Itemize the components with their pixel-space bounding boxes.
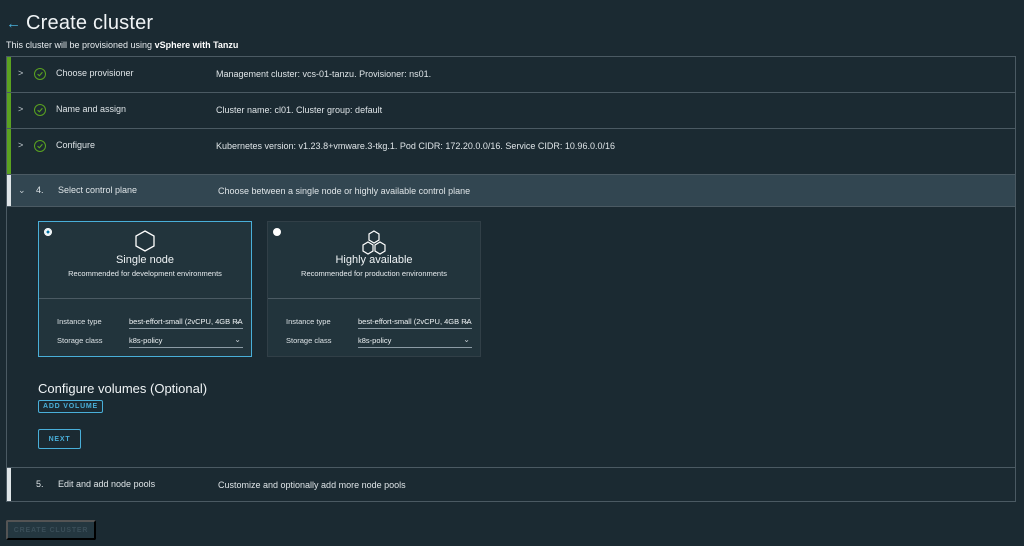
page-header: ← Create cluster This cluster will be pr… xyxy=(6,12,238,50)
chevron-right-icon[interactable]: > xyxy=(18,140,32,151)
divider xyxy=(268,298,480,299)
radio-button[interactable] xyxy=(273,228,281,236)
check-circle-icon xyxy=(34,140,46,152)
step-choose-provisioner: > Choose provisioner Management cluster:… xyxy=(7,57,1015,93)
step-name: Name and assign xyxy=(56,104,127,114)
step-number: 4. xyxy=(36,185,44,195)
step-header[interactable]: > Configure Kubernetes version: v1.23.8+… xyxy=(7,129,1015,174)
step-name: Edit and add node pools xyxy=(58,479,156,489)
divider xyxy=(39,298,251,299)
option-name: Highly available xyxy=(335,254,413,266)
storage-class-select[interactable]: k8s-policy ⌄ xyxy=(358,336,472,348)
instance-type-select[interactable]: best-effort-small (2vCPU, 4GB RAM) ⌄ xyxy=(129,317,243,329)
option-card-highly-available[interactable]: Highly available Recommended for product… xyxy=(267,221,481,357)
chevron-down-icon: ⌄ xyxy=(234,317,241,325)
hexagon-icon xyxy=(135,230,155,257)
storage-class-value: k8s-policy xyxy=(129,336,163,345)
chevron-right-icon[interactable]: > xyxy=(18,68,32,79)
step-status-bar xyxy=(7,129,11,174)
instance-type-label: Instance type xyxy=(57,317,102,326)
option-name: Single node xyxy=(115,254,175,266)
option-description: Recommended for development environments xyxy=(68,269,222,278)
instance-type-select[interactable]: best-effort-small (2vCPU, 4GB RAM) ⌄ xyxy=(358,317,472,329)
chevron-down-icon: ⌄ xyxy=(234,336,241,344)
wizard-stepper: > Choose provisioner Management cluster:… xyxy=(6,56,1016,502)
storage-class-label: Storage class xyxy=(286,336,332,345)
next-button[interactable]: NEXT xyxy=(38,429,81,449)
step-name: Choose provisioner xyxy=(56,68,134,78)
step-header[interactable]: ⌄ 4. Select control plane Choose between… xyxy=(7,175,1015,207)
subtitle-provisioner: vSphere with Tanzu xyxy=(154,40,239,50)
chevron-down-icon: ⌄ xyxy=(463,317,470,325)
instance-type-label: Instance type xyxy=(286,317,331,326)
chevron-down-icon: ⌄ xyxy=(463,336,470,344)
configure-volumes-title: Configure volumes (Optional) xyxy=(38,381,208,396)
step-edit-node-pools: 5. Edit and add node pools Customize and… xyxy=(7,468,1015,501)
page-title: Create cluster xyxy=(26,12,154,34)
radio-button[interactable] xyxy=(44,228,52,236)
page-subtitle: This cluster will be provisioned using v… xyxy=(6,40,238,50)
option-card-single-node[interactable]: Single node Recommended for development … xyxy=(38,221,252,357)
storage-class-label: Storage class xyxy=(57,336,103,345)
step-name-and-assign: > Name and assign Cluster name: cl01. Cl… xyxy=(7,93,1015,129)
step-status-bar xyxy=(7,57,11,92)
step-header[interactable]: > Name and assign Cluster name: cl01. Cl… xyxy=(7,93,1015,128)
step-body: Single node Recommended for development … xyxy=(7,207,1015,467)
add-volume-button[interactable]: ADD VOLUME xyxy=(38,400,103,413)
step-summary: Choose between a single node or highly a… xyxy=(218,186,471,196)
subtitle-text: This cluster will be provisioned using xyxy=(6,40,155,50)
check-circle-icon xyxy=(34,68,46,80)
step-number: 5. xyxy=(36,479,44,489)
step-summary: Cluster name: cl01. Cluster group: defau… xyxy=(216,105,383,115)
step-summary: Kubernetes version: v1.23.8+vmware.3-tkg… xyxy=(216,141,615,151)
instance-type-value: best-effort-small (2vCPU, 4GB RAM) xyxy=(358,317,472,326)
step-status-bar xyxy=(7,175,11,206)
step-status-bar xyxy=(7,93,11,128)
step-select-control-plane: ⌄ 4. Select control plane Choose between… xyxy=(7,175,1015,468)
check-circle-icon xyxy=(34,104,46,116)
chevron-right-icon[interactable]: > xyxy=(18,104,32,115)
step-summary: Management cluster: vcs-01-tanzu. Provis… xyxy=(216,69,432,79)
back-arrow-icon[interactable]: ← xyxy=(6,13,26,35)
step-summary: Customize and optionally add more node p… xyxy=(218,480,406,490)
instance-type-value: best-effort-small (2vCPU, 4GB RAM) xyxy=(129,317,243,326)
step-configure: > Configure Kubernetes version: v1.23.8+… xyxy=(7,129,1015,175)
step-status-bar xyxy=(7,468,11,501)
storage-class-select[interactable]: k8s-policy ⌄ xyxy=(129,336,243,348)
step-name: Select control plane xyxy=(58,185,138,195)
storage-class-value: k8s-policy xyxy=(358,336,392,345)
chevron-down-icon[interactable]: ⌄ xyxy=(18,185,32,196)
step-header[interactable]: 5. Edit and add node pools Customize and… xyxy=(7,468,1015,501)
control-plane-options: Single node Recommended for development … xyxy=(38,221,481,357)
option-description: Recommended for production environments xyxy=(301,269,447,278)
step-header[interactable]: > Choose provisioner Management cluster:… xyxy=(7,57,1015,92)
create-cluster-button[interactable]: CREATE CLUSTER xyxy=(6,520,96,540)
step-name: Configure xyxy=(56,140,96,150)
